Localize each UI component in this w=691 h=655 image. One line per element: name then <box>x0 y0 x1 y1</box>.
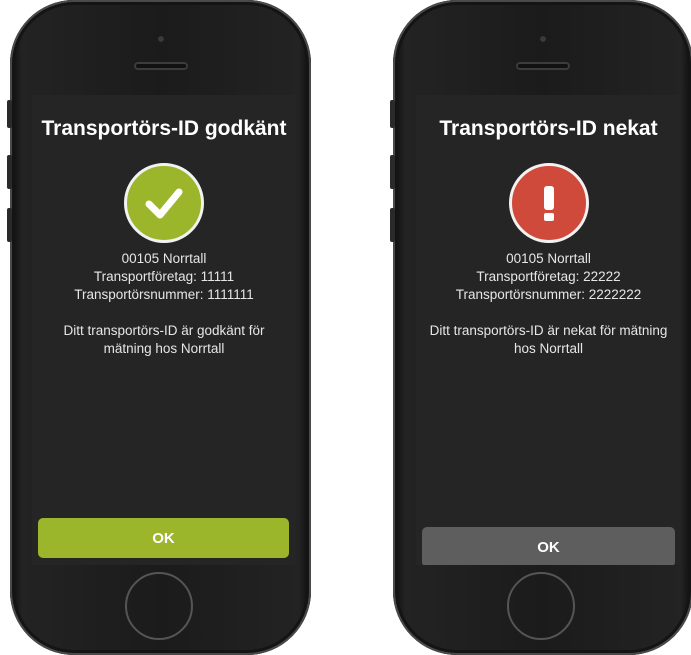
transporter-number-line: Transportörsnummer: 2222222 <box>455 287 642 302</box>
phone-frame-approved: Transportörs-ID godkänt 00105 Norrtall T… <box>7 0 311 655</box>
front-camera <box>538 34 548 44</box>
mute-switch <box>7 100 12 128</box>
ok-button[interactable]: OK <box>422 527 675 565</box>
volume-down-button <box>390 208 395 242</box>
status-message: Ditt transportörs-ID är godkänt för mätn… <box>63 323 265 356</box>
ok-button[interactable]: OK <box>38 518 289 558</box>
approved-screen: Transportörs-ID godkänt 00105 Norrtall T… <box>32 95 296 565</box>
volume-up-button <box>7 155 12 189</box>
transport-company-line: Transportföretag: 22222 <box>476 269 621 284</box>
phone-frame-denied: Transportörs-ID nekat 00105 Norrtall Tra… <box>390 0 691 655</box>
transporter-details: 00105 Norrtall Transportföretag: 22222 T… <box>416 250 681 304</box>
denied-screen: Transportörs-ID nekat 00105 Norrtall Tra… <box>416 95 681 565</box>
site-line: 00105 Norrtall <box>121 251 207 266</box>
volume-down-button <box>7 208 12 242</box>
page-title: Transportörs-ID nekat <box>439 117 658 140</box>
exclamation-icon <box>508 163 589 243</box>
earpiece-speaker <box>133 62 188 70</box>
checkmark-icon <box>124 163 204 243</box>
transport-company-line: Transportföretag: 11111 <box>93 269 235 284</box>
mute-switch <box>390 100 395 128</box>
earpiece-speaker <box>516 62 570 70</box>
site-line: 00105 Norrtall <box>506 251 591 266</box>
front-camera <box>155 34 166 44</box>
transporter-number-line: Transportörsnummer: 1111111 <box>74 287 254 302</box>
home-button[interactable] <box>124 572 193 640</box>
home-button[interactable] <box>507 572 575 640</box>
status-message: Ditt transportörs-ID är nekat för mätnin… <box>429 323 668 356</box>
page-title: Transportörs-ID godkänt <box>41 117 287 140</box>
volume-up-button <box>390 155 395 189</box>
transporter-details: 00105 Norrtall Transportföretag: 11111 T… <box>32 250 296 304</box>
